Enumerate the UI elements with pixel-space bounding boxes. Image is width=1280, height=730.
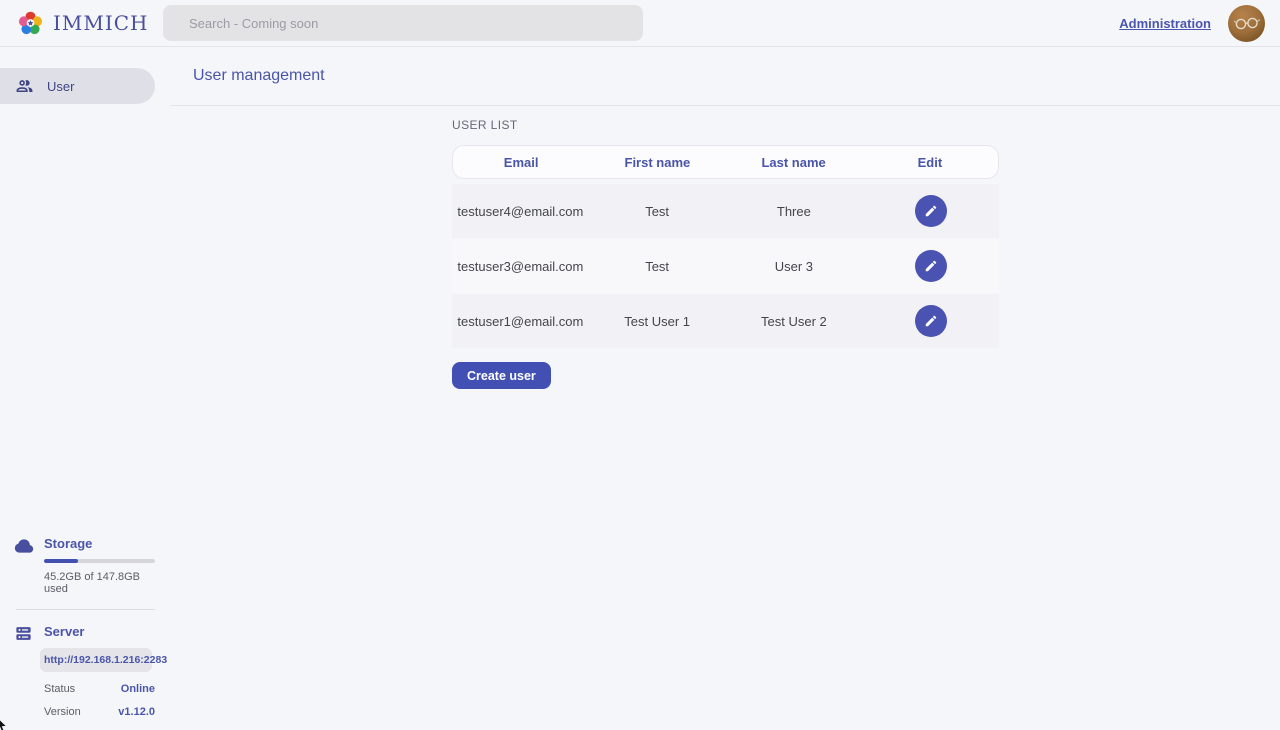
immich-logo[interactable]: IMMICH: [0, 10, 170, 37]
sidebar-item-label: User: [47, 79, 74, 94]
version-value: v1.12.0: [118, 706, 155, 718]
sidebar-divider: [16, 609, 155, 610]
cell-last-name: Three: [726, 204, 863, 219]
server-icon: [14, 624, 33, 648]
glasses-icon: [1234, 16, 1260, 30]
immich-flower-icon: [17, 10, 44, 37]
col-header-email: Email: [453, 155, 589, 170]
logo-text: IMMICH: [53, 11, 149, 35]
storage-progress-fill: [44, 559, 78, 563]
table-row: testuser3@email.com Test User 3: [452, 239, 999, 293]
pencil-icon: [924, 314, 938, 328]
sidebar: User Storage 45.2GB of 147.8GB used: [0, 47, 170, 730]
storage-usage-text: 45.2GB of 147.8GB used: [44, 571, 155, 595]
storage-section: Storage 45.2GB of 147.8GB used: [0, 536, 170, 595]
server-url-badge: http://192.168.1.216:2283: [40, 648, 152, 672]
cell-first-name: Test: [589, 204, 726, 219]
server-status-row: Status Online: [0, 683, 170, 695]
top-navbar: IMMICH Administration: [0, 0, 1280, 47]
page-title: User management: [193, 67, 325, 85]
user-table: Email First name Last name Edit testuser…: [452, 145, 999, 348]
server-version-row: Version v1.12.0: [0, 706, 170, 718]
edit-user-button[interactable]: [915, 195, 947, 227]
server-title: Server: [44, 624, 155, 639]
table-row: testuser4@email.com Test Three: [452, 184, 999, 238]
cell-email: testuser4@email.com: [452, 204, 589, 219]
user-avatar[interactable]: [1228, 5, 1265, 42]
cell-first-name: Test: [589, 259, 726, 274]
edit-user-button[interactable]: [915, 250, 947, 282]
col-header-edit: Edit: [862, 155, 998, 170]
server-section: Server: [0, 624, 170, 639]
col-header-last-name: Last name: [726, 155, 862, 170]
pencil-icon: [924, 259, 938, 273]
cloud-icon: [14, 536, 34, 561]
cell-first-name: Test User 1: [589, 314, 726, 329]
pencil-icon: [924, 204, 938, 218]
status-label: Status: [44, 683, 75, 695]
status-value: Online: [121, 683, 155, 695]
create-user-button[interactable]: Create user: [452, 362, 551, 389]
sidebar-bottom: Storage 45.2GB of 147.8GB used Server: [0, 536, 170, 718]
search-input[interactable]: [163, 5, 643, 41]
cell-email: testuser1@email.com: [452, 314, 589, 329]
cell-email: testuser3@email.com: [452, 259, 589, 274]
navbar-right: Administration: [1119, 5, 1280, 42]
edit-user-button[interactable]: [915, 305, 947, 337]
storage-title: Storage: [44, 536, 155, 551]
cell-last-name: User 3: [726, 259, 863, 274]
users-icon: [15, 77, 34, 96]
administration-link[interactable]: Administration: [1119, 16, 1211, 31]
title-bar: User management: [170, 47, 1280, 106]
table-row: testuser1@email.com Test User 1 Test Use…: [452, 294, 999, 348]
cell-last-name: Test User 2: [726, 314, 863, 329]
storage-progress-track: [44, 559, 155, 563]
version-label: Version: [44, 706, 81, 718]
sidebar-item-user[interactable]: User: [0, 68, 155, 104]
section-label: USER LIST: [452, 118, 1280, 132]
content-area: USER LIST Email First name Last name Edi…: [170, 106, 1280, 389]
table-header: Email First name Last name Edit: [452, 145, 999, 179]
col-header-first-name: First name: [589, 155, 725, 170]
main-content: User management USER LIST Email First na…: [170, 47, 1280, 730]
